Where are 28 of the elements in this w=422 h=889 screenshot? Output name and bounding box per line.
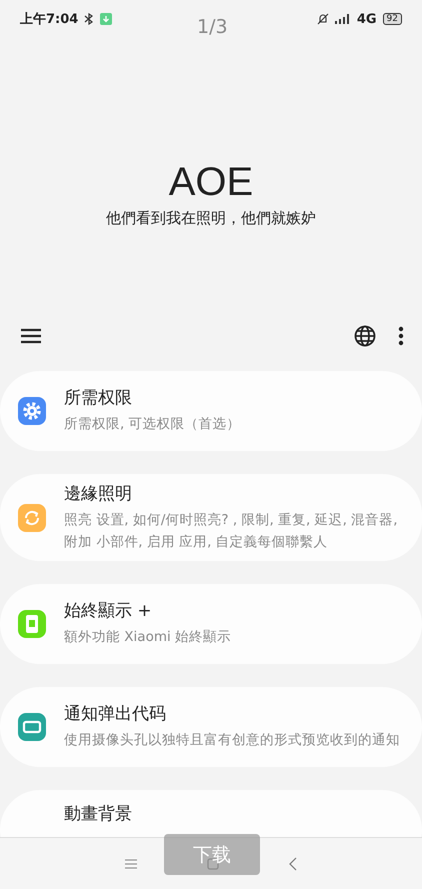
app-title: AOE — [168, 160, 254, 205]
menu-card[interactable]: 所需权限 所需权限, 可选权限（首选） — [0, 371, 422, 451]
app-tagline: 他們看到我在照明，他們就嫉妒 — [106, 209, 316, 228]
menu-item-description: 所需权限, 可选权限（首选） — [64, 415, 242, 434]
menu-card[interactable]: 邊緣照明 照亮 设置, 如何/何时照亮? , 限制, 重复, 延迟, 混音器, 附加 小部件, 启用 应用, 自定義每個聯繫人 — [0, 474, 422, 562]
bluetooth-icon — [84, 13, 94, 25]
menu-item-description: 額外功能 Xiaomi 始終顯示 — [64, 628, 232, 648]
menu-item-title: 通知弹出代码 — [64, 703, 167, 726]
download-icon — [100, 13, 112, 25]
globe-icon[interactable] — [354, 325, 376, 347]
network-type: 4G — [356, 12, 377, 26]
back-icon[interactable] — [289, 856, 297, 870]
menu-item-title: 所需权限 — [64, 387, 133, 410]
menu-item-description: 照亮 设置, 如何/何时照亮? , 限制, 重复, 延迟, 混音器, 附加 小部件, 启用 应用, 自定義每個聯繫人 — [64, 511, 398, 552]
menu-item-description: 使用摄像头孔以独特且富有创意的形式预览收到的通知 — [64, 731, 401, 750]
battery-level: 92 — [382, 13, 402, 25]
menu-item-title: 動畫背景 — [64, 803, 133, 826]
more-icon[interactable] — [398, 326, 404, 346]
page-indicator: 1/3 — [197, 16, 228, 38]
muted-bell-icon — [316, 13, 329, 25]
signal-icon — [334, 14, 351, 24]
toast-message: 下载 — [164, 834, 260, 875]
menu-card[interactable]: 通知弹出代码 使用摄像头孔以独特且富有创意的形式预览收到的通知 — [0, 687, 422, 768]
menu-item-title: 邊緣照明 — [64, 483, 133, 505]
menu-item-title: 始終顯示 + — [64, 600, 153, 622]
menu-card[interactable]: 始終顯示 + 額外功能 Xiaomi 始終顯示 — [0, 584, 422, 664]
status-time: 上午7:04 — [20, 11, 78, 28]
menu-icon[interactable] — [20, 328, 42, 344]
